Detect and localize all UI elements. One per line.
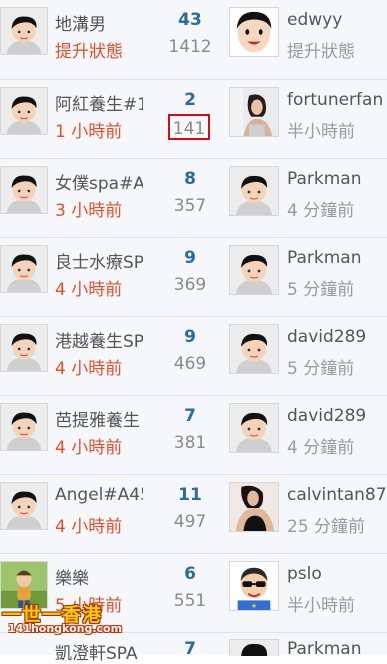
thread-row[interactable]: 地溝男 提升狀態 43 1412 edwyy 提升狀態 <box>0 0 387 79</box>
reply-count: 11 <box>178 485 202 505</box>
last-poster[interactable]: edwyy <box>287 10 387 30</box>
last-post-time[interactable]: 25 分鐘前 <box>287 512 387 537</box>
default-avatar-icon[interactable] <box>229 324 279 374</box>
last-post-time[interactable]: 半小時前 <box>287 117 387 142</box>
last-poster[interactable]: Parkman <box>287 248 387 268</box>
default-avatar-icon[interactable] <box>0 482 48 530</box>
last-poster[interactable]: david289 <box>287 406 387 426</box>
view-count: 369 <box>173 275 207 295</box>
thread-status: 4 小時前 <box>55 438 123 458</box>
thread-title[interactable]: 地溝男 <box>55 10 143 35</box>
svg-text:★: ★ <box>251 602 257 610</box>
view-count: 381 <box>173 433 207 453</box>
last-poster[interactable]: calvintan87 <box>287 485 387 505</box>
view-count: 469 <box>173 354 207 374</box>
thread-title[interactable]: Angel#A45 <box>55 485 143 505</box>
default-avatar-icon[interactable] <box>229 166 279 216</box>
last-poster[interactable]: Parkman <box>287 169 387 189</box>
last-poster[interactable]: david289 <box>287 327 387 347</box>
reply-count: 43 <box>178 10 202 30</box>
default-avatar-icon[interactable] <box>0 87 48 135</box>
photo-avatar-icon[interactable] <box>229 87 279 137</box>
last-poster[interactable]: fortunerfan <box>287 90 387 110</box>
last-poster[interactable]: Parkman <box>287 639 387 659</box>
view-count: 497 <box>173 512 207 532</box>
thread-row[interactable]: 阿紅養生#1 1 小時前 2 141 fortunerfan 半小時前 <box>0 79 387 158</box>
thread-row[interactable]: 芭提雅養生 4 小時前 7 381 david289 4 分鐘前 <box>0 395 387 474</box>
thread-status: 3 小時前 <box>55 201 123 221</box>
thread-row[interactable]: 港越養生SPA 4 小時前 9 469 david289 5 分鐘前 <box>0 316 387 395</box>
thread-row[interactable]: 女僕spa#A 3 小時前 8 357 Parkman 4 分鐘前 <box>0 158 387 237</box>
last-post-time[interactable]: 5 分鐘前 <box>287 354 387 379</box>
reply-count: 9 <box>184 327 196 347</box>
default-avatar-icon[interactable] <box>0 403 48 451</box>
reply-count: 7 <box>184 639 196 659</box>
view-count: 357 <box>173 196 207 216</box>
last-poster[interactable]: pslo <box>287 564 387 584</box>
thread-title[interactable]: 港越養生SPA <box>55 327 143 352</box>
default-avatar-icon[interactable] <box>0 324 48 372</box>
watermark-url: 141hongkong.com <box>8 622 123 635</box>
reply-count: 8 <box>184 169 196 189</box>
last-post-time[interactable]: 4 分鐘前 <box>287 433 387 458</box>
reply-count: 9 <box>184 248 196 268</box>
reply-count: 7 <box>184 406 196 426</box>
thread-title[interactable]: 阿紅養生#1 <box>55 90 143 115</box>
site-watermark: 一世一香港 141hongkong.com <box>0 600 134 638</box>
thread-status: 提升狀態 <box>55 42 123 62</box>
cartoon-sunglasses-avatar-icon[interactable]: ★ <box>229 561 279 611</box>
reply-count: 2 <box>184 90 196 110</box>
default-avatar-icon[interactable] <box>229 403 279 453</box>
last-post-time[interactable]: 提升狀態 <box>287 37 387 62</box>
default-avatar-icon[interactable] <box>229 245 279 295</box>
thread-row[interactable]: Angel#A45 4 小時前 11 497 calvintan87 25 分鐘… <box>0 474 387 553</box>
view-count: 1412 <box>168 37 212 57</box>
thread-title[interactable]: 女僕spa#A <box>55 169 143 194</box>
thread-title[interactable]: 凱澄軒SPA <box>55 639 143 664</box>
photo-avatar-icon[interactable] <box>229 482 279 532</box>
default-avatar-icon[interactable] <box>0 245 48 293</box>
cartoon-face-avatar-icon[interactable] <box>229 7 279 57</box>
thread-row[interactable]: 良士水療SPA 4 小時前 9 369 Parkman 5 分鐘前 <box>0 237 387 316</box>
default-avatar-icon[interactable] <box>0 166 48 214</box>
view-count-highlighted: 141 <box>168 114 210 140</box>
last-post-time[interactable]: 半小時前 <box>287 591 387 616</box>
default-avatar-icon[interactable] <box>229 639 279 656</box>
thread-status: 4 小時前 <box>55 517 123 537</box>
thread-status: 4 小時前 <box>55 359 123 379</box>
thread-title[interactable]: 良士水療SPA <box>55 248 143 273</box>
thread-status: 4 小時前 <box>55 280 123 300</box>
reply-count: 6 <box>184 564 196 584</box>
thread-status: 1 小時前 <box>55 122 123 142</box>
thread-title[interactable]: 芭提雅養生 <box>55 406 143 431</box>
thread-title[interactable]: 樂樂 <box>55 564 143 589</box>
view-count: 551 <box>173 591 207 611</box>
last-post-time[interactable]: 5 分鐘前 <box>287 275 387 300</box>
last-post-time[interactable]: 4 分鐘前 <box>287 196 387 221</box>
default-avatar-icon[interactable] <box>0 7 48 55</box>
